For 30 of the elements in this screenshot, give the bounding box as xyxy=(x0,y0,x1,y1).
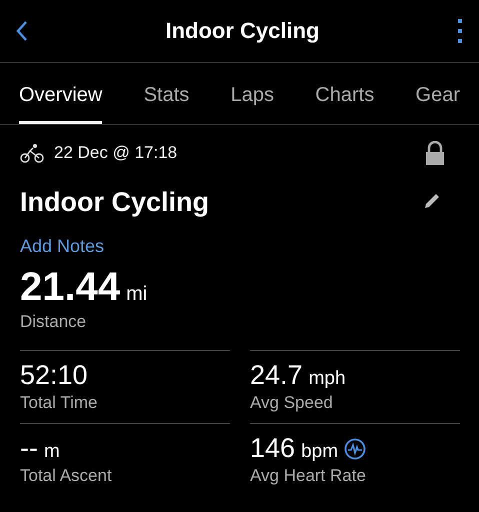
stat-label: Total Time xyxy=(20,393,98,413)
stat-value: 24.7 xyxy=(250,360,303,391)
tab[interactable]: Stats xyxy=(144,63,190,124)
more-icon xyxy=(457,19,463,43)
cyclist-icon xyxy=(20,143,44,163)
add-notes-link[interactable]: Add Notes xyxy=(20,236,104,257)
stat-value: -- xyxy=(20,433,38,464)
screen-title: Indoor Cycling xyxy=(166,18,320,44)
stat-unit: mph xyxy=(308,368,346,390)
back-button[interactable] xyxy=(16,20,28,42)
stat-label: Total Ascent xyxy=(20,466,113,486)
stat-value: 146 xyxy=(250,433,296,464)
tab[interactable]: Overview xyxy=(19,63,102,124)
tab[interactable]: Charts xyxy=(315,63,374,124)
stat-unit: bpm xyxy=(301,441,338,463)
more-button[interactable] xyxy=(457,19,463,43)
stat-label: Avg Heart Rate xyxy=(250,466,367,486)
stat-label: Avg Speed xyxy=(250,393,334,413)
distance-label: Distance xyxy=(20,312,88,332)
activity-name: Indoor Cycling xyxy=(20,187,209,218)
distance-value: 21.44 xyxy=(20,265,120,310)
pencil-icon xyxy=(423,192,441,210)
tab[interactable]: Gear xyxy=(416,63,460,124)
pulse-icon xyxy=(344,438,366,460)
tab[interactable]: Laps xyxy=(230,63,274,124)
stat-unit: m xyxy=(44,441,60,463)
back-icon xyxy=(16,20,28,42)
stat-value: 52:10 xyxy=(20,360,88,391)
activity-date: 22 Dec @ 17:18 xyxy=(54,143,178,163)
distance-unit: mi xyxy=(126,283,148,306)
